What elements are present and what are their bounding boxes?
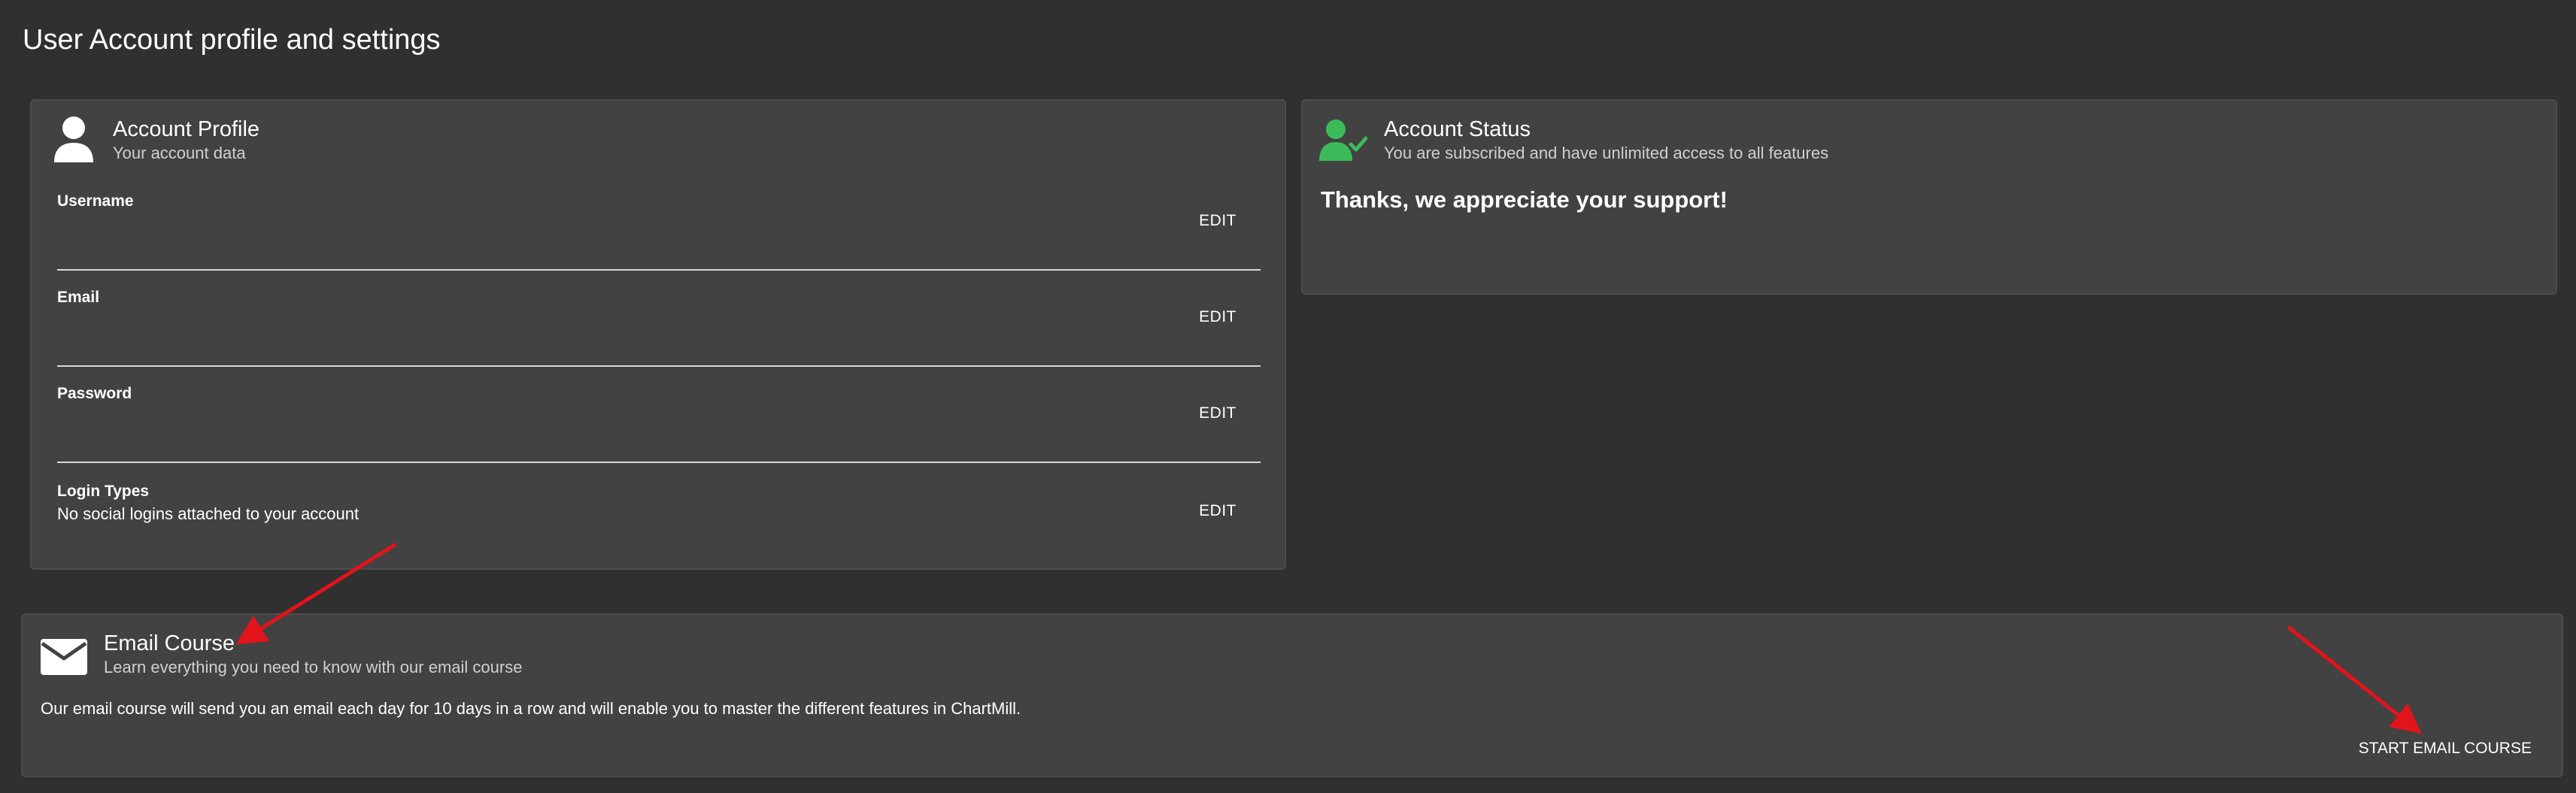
account-settings-page: User Account profile and settings Accoun… (0, 0, 2576, 793)
email-course-description: Our email course will send you an email … (41, 699, 1021, 718)
email-row: Email EDIT (57, 271, 1261, 367)
email-label: Email (57, 289, 100, 306)
account-status-card: Account Status You are subscribed and ha… (1301, 99, 2557, 295)
edit-login-types-button[interactable]: EDIT (1194, 498, 1241, 525)
envelope-icon (41, 639, 87, 679)
account-profile-card: Account Profile Your account data Userna… (30, 99, 1286, 570)
email-course-card: Email Course Learn everything you need t… (21, 613, 2563, 777)
login-types-value: No social logins attached to your accoun… (57, 504, 360, 523)
account-profile-subtitle: Your account data (113, 144, 246, 162)
page-title: User Account profile and settings (23, 24, 441, 56)
username-label: Username (57, 192, 134, 210)
account-status-subtitle: You are subscribed and have unlimited ac… (1384, 144, 1829, 162)
email-course-title: Email Course (104, 631, 235, 655)
account-status-title: Account Status (1384, 117, 1531, 141)
account-profile-title: Account Profile (113, 117, 260, 141)
person-check-icon (1319, 119, 1368, 165)
edit-username-button[interactable]: EDIT (1194, 207, 1241, 235)
login-types-row: Login Types No social logins attached to… (57, 465, 1261, 561)
email-course-subtitle: Learn everything you need to know with o… (104, 658, 523, 676)
edit-password-button[interactable]: EDIT (1194, 400, 1241, 427)
start-email-course-button[interactable]: START EMAIL COURSE (2354, 735, 2536, 762)
support-message: Thanks, we appreciate your support! (1321, 186, 1728, 213)
edit-email-button[interactable]: EDIT (1194, 304, 1241, 331)
password-label: Password (57, 385, 132, 402)
username-row: Username EDIT (57, 174, 1261, 271)
person-icon (53, 116, 95, 168)
login-types-label: Login Types (57, 483, 150, 500)
password-row: Password EDIT (57, 367, 1261, 463)
